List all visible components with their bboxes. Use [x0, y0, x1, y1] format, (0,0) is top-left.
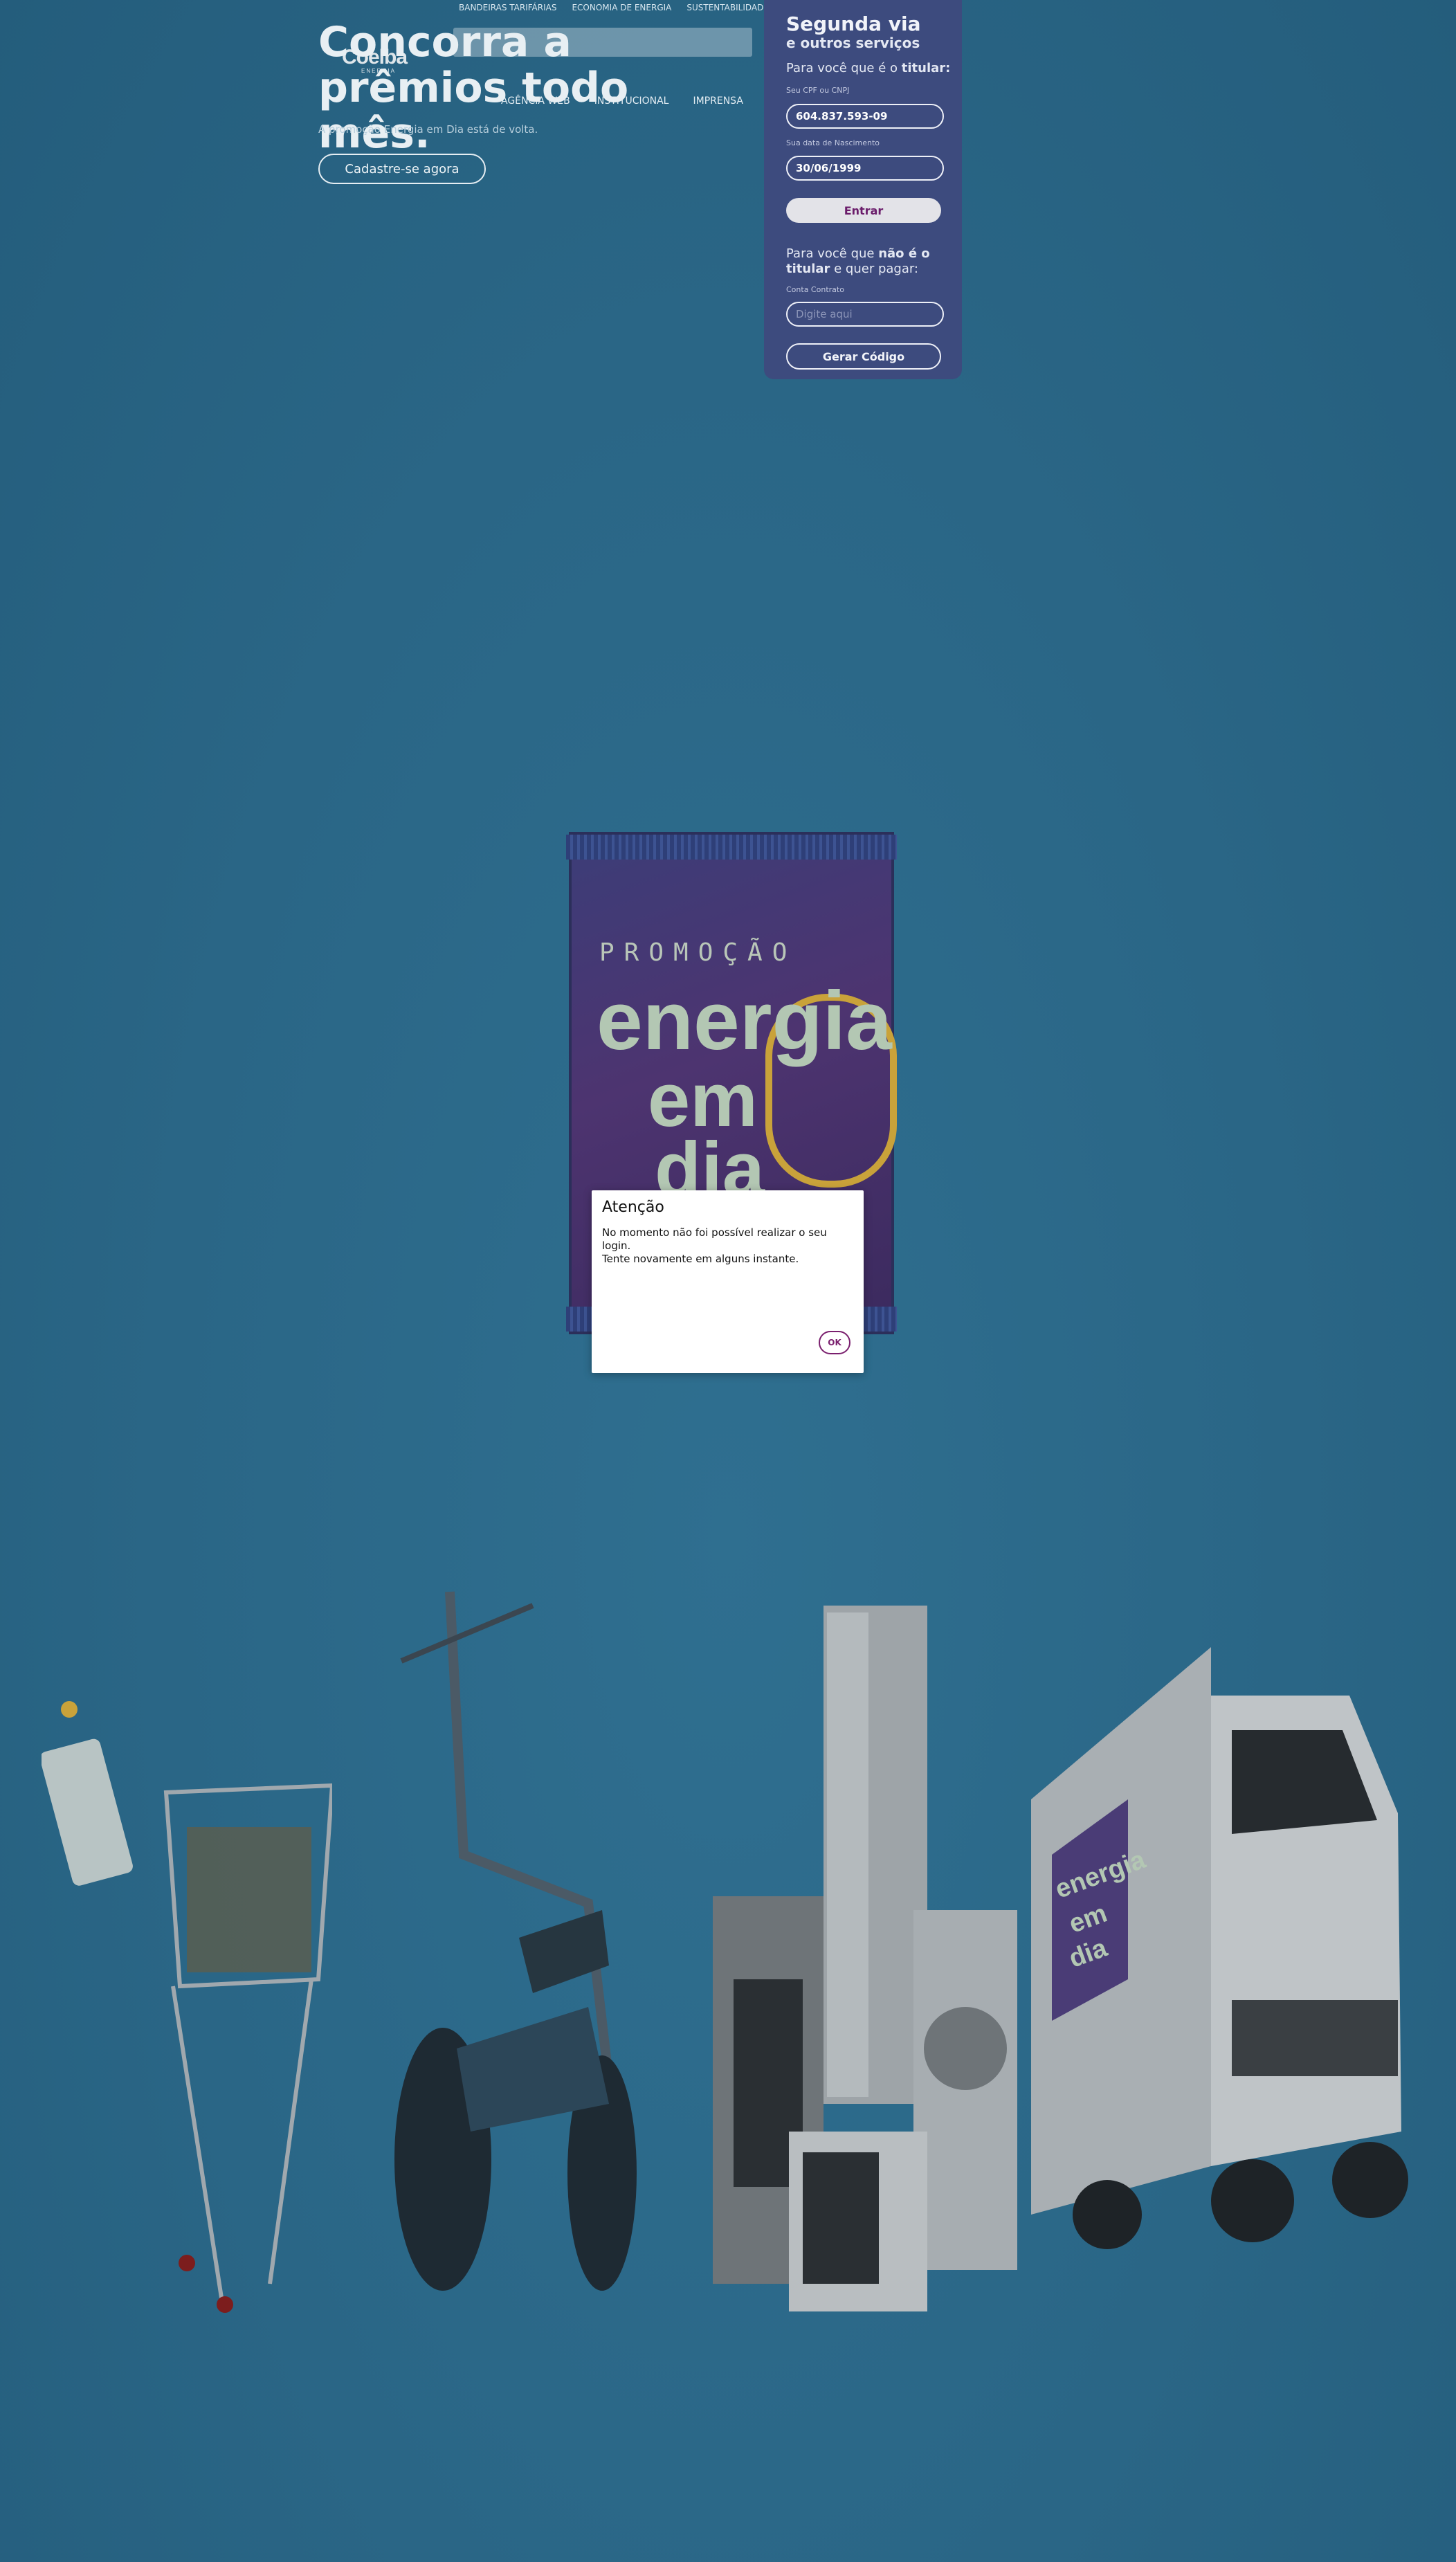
truck-image: energia em dia — [1031, 1647, 1408, 2249]
holder-heading-bold: titular: — [901, 61, 951, 75]
cpf-label: Seu CPF ou CNPJ — [786, 86, 850, 95]
top-link-economia[interactable]: ECONOMIA DE ENERGIA — [572, 3, 671, 12]
alert-dialog: Atenção No momento não foi possível real… — [592, 1190, 864, 1373]
signup-button[interactable]: Cadastre-se agora — [318, 154, 486, 184]
generate-code-button[interactable]: Gerar Código — [786, 343, 941, 370]
nonholder-heading-suffix: e quer pagar: — [830, 262, 918, 276]
cpf-input[interactable]: 604.837.593-09 — [786, 104, 944, 129]
nonholder-heading-text: Para você que — [786, 246, 879, 261]
contract-input[interactable]: Digite aqui — [786, 302, 944, 327]
banner-word-energia: energia — [597, 974, 892, 1067]
scooter-image — [394, 1591, 637, 2291]
panel-title: Segunda via — [786, 12, 921, 35]
top-links: BANDEIRAS TARIFÁRIAS ECONOMIA DE ENERGIA… — [459, 3, 769, 12]
dialog-message-line1: No momento não foi possível realizar o s… — [602, 1226, 827, 1252]
panel-subtitle: e outros serviços — [786, 35, 920, 51]
hero-subtitle: A promoção Energia em Dia está de volta. — [318, 123, 538, 136]
appliances-image — [713, 1606, 1017, 2311]
contract-label: Conta Contrato — [786, 285, 844, 294]
birth-label: Sua data de Nascimento — [786, 138, 880, 147]
dialog-title: Atenção — [602, 1199, 664, 1216]
banner-top-rail — [566, 835, 897, 860]
ok-button[interactable]: OK — [819, 1331, 850, 1354]
hero-title: Concorra a prêmios todo mês. — [318, 18, 629, 158]
banner-promo-text: PROMOÇÃO — [599, 938, 797, 967]
shopping-cart-image — [42, 1701, 332, 2313]
birth-date-input[interactable]: 30/06/1999 — [786, 156, 944, 181]
top-link-bandeiras[interactable]: BANDEIRAS TARIFÁRIAS — [459, 3, 556, 12]
top-link-sustentabilidade[interactable]: SUSTENTABILIDADE — [686, 3, 769, 12]
holder-heading: Para você que é o titular: — [786, 61, 950, 75]
holder-heading-text: Para você que é o — [786, 61, 902, 75]
nonholder-heading: Para você que não é o titular e quer pag… — [786, 246, 945, 277]
second-copy-panel: Segunda via e outros serviços Para você … — [764, 0, 962, 379]
dialog-message-line2: Tente novamente em alguns instante. — [602, 1253, 799, 1265]
enter-button[interactable]: Entrar — [786, 198, 941, 223]
dialog-message: No momento não foi possível realizar o s… — [602, 1226, 837, 1266]
